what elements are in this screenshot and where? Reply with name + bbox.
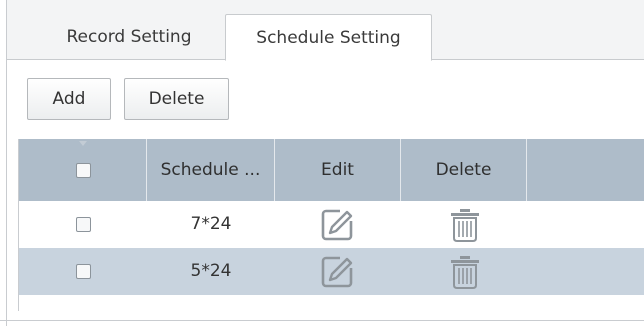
trash-icon[interactable]	[447, 207, 483, 243]
tab-bar: Record Setting Schedule Setting	[7, 0, 644, 61]
table-header: Schedule ... Edit Delete	[19, 139, 644, 201]
schedule-table: Schedule ... Edit Delete 7*24 5*24	[18, 139, 644, 311]
trash-icon[interactable]	[447, 254, 483, 290]
schedule-name-cell: 7*24	[190, 214, 232, 234]
table-row[interactable]: 5*24	[19, 248, 644, 295]
delete-button[interactable]: Delete	[124, 78, 229, 120]
row-checkbox[interactable]	[76, 264, 91, 279]
header-edit[interactable]: Edit	[275, 139, 401, 201]
edit-icon[interactable]	[320, 253, 356, 289]
schedule-name-cell: 5*24	[190, 261, 232, 281]
bottom-divider	[0, 320, 644, 321]
tab-schedule-setting[interactable]: Schedule Setting	[225, 14, 432, 61]
table-row[interactable]: 7*24	[19, 201, 644, 248]
schedule-setting-panel: Record Setting Schedule Setting Add Dele…	[6, 0, 644, 326]
select-all-checkbox[interactable]	[76, 163, 91, 178]
sort-indicator-icon	[79, 141, 87, 146]
header-delete[interactable]: Delete	[401, 139, 527, 201]
header-schedule-name[interactable]: Schedule ...	[147, 139, 275, 201]
header-select-all-cell	[19, 139, 147, 201]
row-checkbox[interactable]	[76, 217, 91, 232]
tab-record-setting[interactable]: Record Setting	[39, 14, 219, 61]
add-button[interactable]: Add	[27, 78, 111, 120]
header-spacer	[527, 139, 644, 201]
edit-icon[interactable]	[320, 206, 356, 242]
